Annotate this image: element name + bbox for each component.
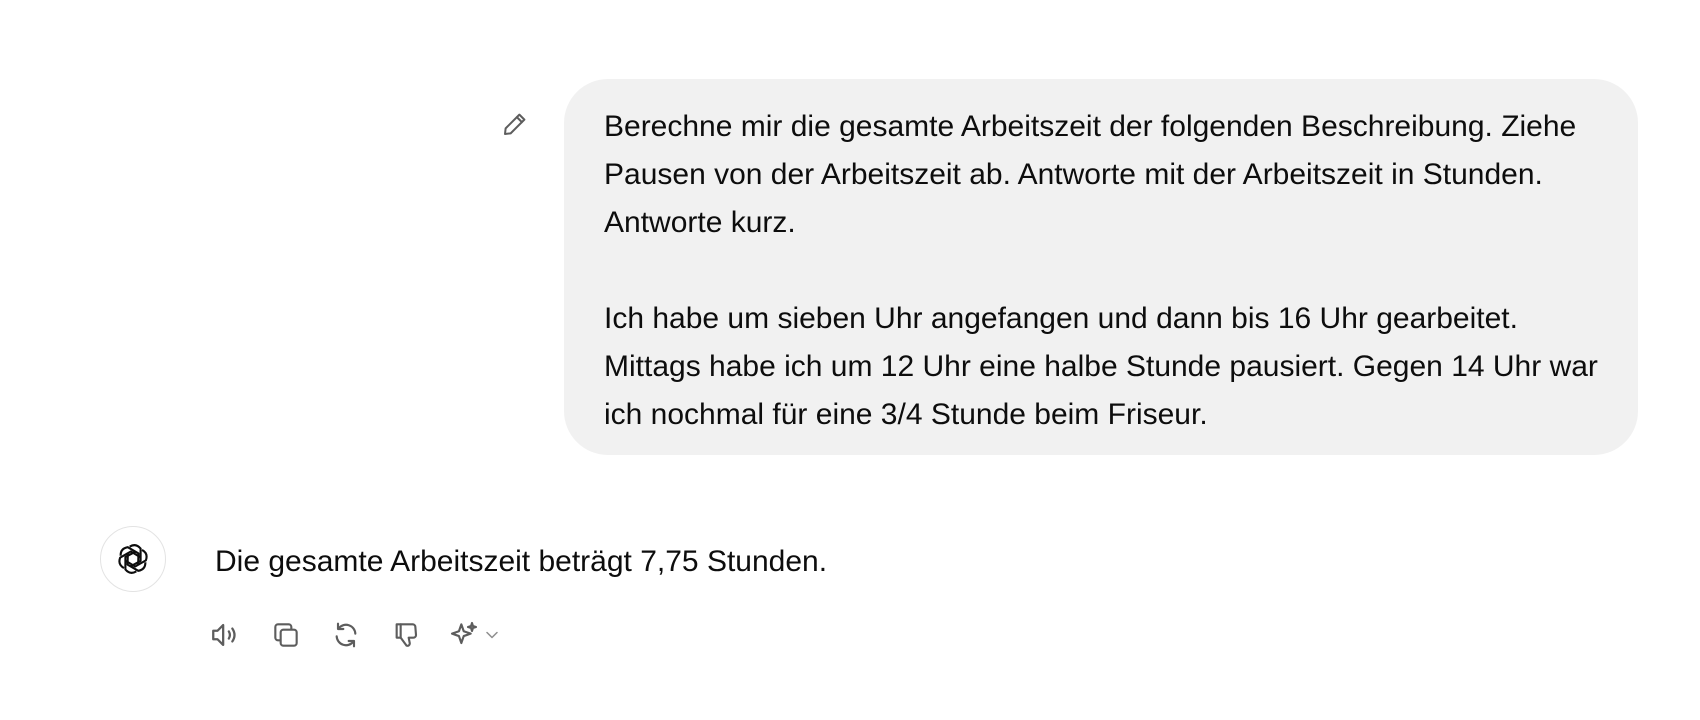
- sparkle-icon: [450, 621, 478, 645]
- user-message-paragraph: Berechne mir die gesamte Arbeitszeit der…: [604, 110, 1577, 239]
- copy-button[interactable]: [268, 617, 304, 653]
- copy-icon: [274, 623, 298, 647]
- openai-logo-icon: [118, 544, 148, 574]
- bad-response-button[interactable]: [388, 617, 424, 653]
- user-message-paragraph: Ich habe um sieben Uhr angefangen und da…: [604, 302, 1598, 431]
- assistant-avatar: [100, 526, 166, 592]
- regenerate-button[interactable]: [328, 617, 364, 653]
- assistant-message-text: Die gesamte Arbeitszeit beträgt 7,75 Stu…: [215, 545, 828, 578]
- edit-message-button[interactable]: [497, 106, 533, 142]
- thumbs-down-icon: [395, 623, 418, 647]
- chevron-down-icon: [486, 631, 498, 639]
- message-actions: [208, 617, 508, 653]
- speaker-icon: [212, 623, 236, 647]
- regenerate-icon: [335, 622, 357, 648]
- user-message-bubble: Berechne mir die gesamte Arbeitszeit der…: [564, 79, 1638, 455]
- read-aloud-button[interactable]: [208, 617, 244, 653]
- model-switcher-button[interactable]: [448, 617, 508, 653]
- pencil-icon: [504, 113, 526, 135]
